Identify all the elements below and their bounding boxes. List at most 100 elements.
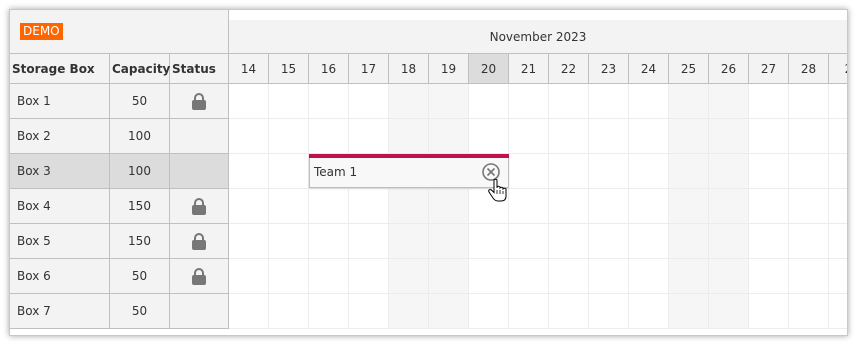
day-header-15[interactable]: 15 xyxy=(269,54,309,84)
grid-cell[interactable] xyxy=(789,84,829,119)
grid-cell[interactable] xyxy=(669,224,709,259)
day-header-16[interactable]: 16 xyxy=(309,54,349,84)
day-header-18[interactable]: 18 xyxy=(389,54,429,84)
grid-cell[interactable] xyxy=(469,224,509,259)
grid-cell[interactable] xyxy=(789,294,829,329)
grid-cell[interactable] xyxy=(589,84,629,119)
grid-cell[interactable] xyxy=(349,259,389,294)
grid-cell[interactable] xyxy=(469,119,509,154)
day-header-2[interactable]: 2 xyxy=(829,54,847,84)
grid-cell[interactable] xyxy=(589,259,629,294)
grid-cell[interactable] xyxy=(229,294,269,329)
grid-cell[interactable] xyxy=(829,119,847,154)
day-header-26[interactable]: 26 xyxy=(709,54,749,84)
grid-cell[interactable] xyxy=(709,189,749,224)
grid-cell[interactable] xyxy=(389,119,429,154)
grid-cell[interactable] xyxy=(829,294,847,329)
grid-cell[interactable] xyxy=(829,224,847,259)
day-header-23[interactable]: 23 xyxy=(589,54,629,84)
grid-cell[interactable] xyxy=(669,259,709,294)
grid-cell[interactable] xyxy=(749,84,789,119)
grid-cell[interactable] xyxy=(269,154,309,189)
grid-cell[interactable] xyxy=(309,224,349,259)
grid-cell[interactable] xyxy=(229,259,269,294)
grid-cell[interactable] xyxy=(269,189,309,224)
grid-cell[interactable] xyxy=(269,84,309,119)
grid-cell[interactable] xyxy=(429,189,469,224)
grid-cell[interactable] xyxy=(629,154,669,189)
resource-row[interactable]: Box 7 50 xyxy=(10,294,229,329)
grid-cell[interactable] xyxy=(829,259,847,294)
day-header-20[interactable]: 20 xyxy=(469,54,509,84)
grid-cell[interactable] xyxy=(429,294,469,329)
grid-cell[interactable] xyxy=(709,294,749,329)
grid-cell[interactable] xyxy=(469,84,509,119)
grid-cell[interactable] xyxy=(589,119,629,154)
grid-cell[interactable] xyxy=(549,119,589,154)
resource-row[interactable]: Box 2 100 xyxy=(10,119,229,154)
grid-cell[interactable] xyxy=(509,154,549,189)
grid-cell[interactable] xyxy=(429,224,469,259)
grid-cell[interactable] xyxy=(549,84,589,119)
grid-cell[interactable] xyxy=(349,224,389,259)
grid-cell[interactable] xyxy=(629,189,669,224)
grid-cell[interactable] xyxy=(829,189,847,224)
day-header-21[interactable]: 21 xyxy=(509,54,549,84)
grid-cell[interactable] xyxy=(229,84,269,119)
grid-cell[interactable] xyxy=(349,119,389,154)
grid-cell[interactable] xyxy=(309,84,349,119)
grid-cell[interactable] xyxy=(669,84,709,119)
grid-cell[interactable] xyxy=(749,189,789,224)
grid-cell[interactable] xyxy=(309,189,349,224)
grid-cell[interactable] xyxy=(629,294,669,329)
grid-cell[interactable] xyxy=(549,189,589,224)
grid-cell[interactable] xyxy=(509,84,549,119)
grid-cell[interactable] xyxy=(549,294,589,329)
column-header-status[interactable]: Status xyxy=(170,54,229,84)
day-header-28[interactable]: 28 xyxy=(789,54,829,84)
grid-cell[interactable] xyxy=(349,294,389,329)
grid-cell[interactable] xyxy=(629,119,669,154)
day-header-22[interactable]: 22 xyxy=(549,54,589,84)
grid-cell[interactable] xyxy=(389,189,429,224)
grid-cell[interactable] xyxy=(309,294,349,329)
resource-row[interactable]: Box 4 150 xyxy=(10,189,229,224)
grid-cell[interactable] xyxy=(669,154,709,189)
grid-cell[interactable] xyxy=(629,84,669,119)
day-header-14[interactable]: 14 xyxy=(229,54,269,84)
day-header-27[interactable]: 27 xyxy=(749,54,789,84)
grid-cell[interactable] xyxy=(509,119,549,154)
grid-cell[interactable] xyxy=(789,119,829,154)
grid-cell[interactable] xyxy=(229,119,269,154)
grid-cell[interactable] xyxy=(789,224,829,259)
resource-row[interactable]: Box 6 50 xyxy=(10,259,229,294)
grid-cell[interactable] xyxy=(669,189,709,224)
grid-cell[interactable] xyxy=(269,224,309,259)
grid-cell[interactable] xyxy=(789,154,829,189)
grid-cell[interactable] xyxy=(309,119,349,154)
grid-cell[interactable] xyxy=(709,84,749,119)
column-header-capacity[interactable]: Capacity xyxy=(110,54,170,84)
grid-cell[interactable] xyxy=(829,84,847,119)
grid-cell[interactable] xyxy=(429,84,469,119)
grid-cell[interactable] xyxy=(549,259,589,294)
grid-cell[interactable] xyxy=(709,119,749,154)
grid-cell[interactable] xyxy=(629,259,669,294)
grid-cell[interactable] xyxy=(669,119,709,154)
grid-cell[interactable] xyxy=(349,84,389,119)
grid-cell[interactable] xyxy=(229,154,269,189)
grid-cell[interactable] xyxy=(629,224,669,259)
grid-cell[interactable] xyxy=(469,259,509,294)
grid-cell[interactable] xyxy=(229,189,269,224)
grid-cell[interactable] xyxy=(709,259,749,294)
grid-cell[interactable] xyxy=(509,294,549,329)
grid-cell[interactable] xyxy=(509,259,549,294)
column-header-storage-box[interactable]: Storage Box xyxy=(10,54,110,84)
grid-cell[interactable] xyxy=(789,189,829,224)
day-header-24[interactable]: 24 xyxy=(629,54,669,84)
grid-cell[interactable] xyxy=(509,189,549,224)
grid-cell[interactable] xyxy=(269,119,309,154)
grid-cell[interactable] xyxy=(269,294,309,329)
event-team-1[interactable]: Team 1 xyxy=(309,154,509,188)
grid-cell[interactable] xyxy=(389,294,429,329)
